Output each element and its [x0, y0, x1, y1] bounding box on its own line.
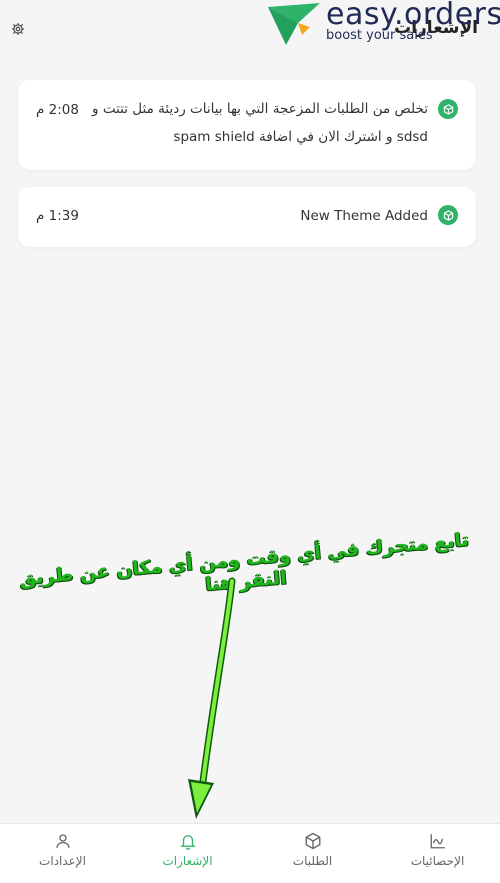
person-icon: [55, 834, 70, 848]
settings-button[interactable]: [9, 20, 27, 38]
bell-icon: [179, 835, 196, 850]
notification-time: 1:39 م: [36, 208, 79, 224]
app-header: الإشعارات easy.orders boost your sales: [0, 0, 500, 62]
nav-label: الإشعارات: [162, 854, 213, 868]
bottom-navigation: الإعدادات الإشعارات الطلبات الإحصائيات: [0, 823, 500, 883]
notification-icon: [438, 99, 458, 119]
nav-item-notifications[interactable]: الإشعارات: [125, 824, 250, 883]
notification-card[interactable]: New Theme Added 1:39 م: [18, 187, 476, 247]
nav-item-settings[interactable]: الإعدادات: [0, 824, 125, 883]
nav-label: الإحصائيات: [410, 854, 465, 868]
box-icon: [443, 209, 453, 221]
logo-tagline: boost your sales: [326, 28, 433, 43]
tutorial-hint-text: تابع متجرك في أي وقت ومن أي مكان عن طريق…: [18, 528, 470, 596]
gear-icon: [12, 23, 24, 35]
notification-time: 2:08 م: [36, 102, 79, 118]
box-icon: [305, 832, 320, 850]
logo-mark-icon: [268, 3, 320, 45]
notification-icon: [438, 205, 458, 225]
tutorial-arrow-icon: [188, 577, 236, 819]
box-icon: [443, 103, 453, 115]
nav-item-statistics[interactable]: الإحصائيات: [375, 824, 500, 883]
nav-label: الإعدادات: [39, 854, 86, 868]
brand-logo: easy.orders boost your sales: [264, 0, 500, 50]
nav-item-orders[interactable]: الطلبات: [250, 824, 375, 883]
chart-icon: [430, 834, 445, 849]
notification-text: تخلص من الطلبات المزعجة التي بها بيانات …: [92, 101, 428, 145]
nav-label: الطلبات: [292, 854, 333, 868]
notification-text: New Theme Added: [300, 208, 428, 224]
notification-card[interactable]: تخلص من الطلبات المزعجة التي بها بيانات …: [18, 80, 476, 170]
